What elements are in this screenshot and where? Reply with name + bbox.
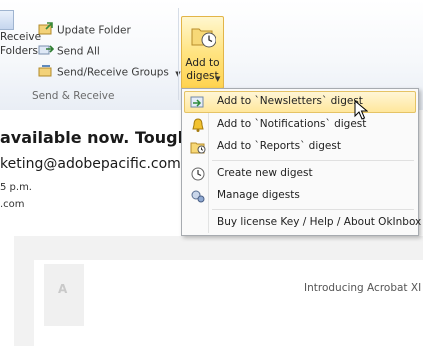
email-body-content: A Introducing Acrobat XI xyxy=(34,260,423,346)
email-time: 5 p.m. xyxy=(0,182,32,193)
menu-item-buy-license-help-about[interactable]: Buy license Key / Help / About OkInbox xyxy=(184,212,421,234)
update-folder-icon xyxy=(38,22,54,39)
menu-item-add-notifications[interactable]: Add to `Notifications` digest xyxy=(184,114,416,136)
send-receive-groups-label: Send/Receive Groups xyxy=(57,66,169,79)
send-receive-groups-button[interactable]: Send/Receive Groups ▼ xyxy=(38,64,181,81)
group-separator xyxy=(178,8,179,100)
settings-icon xyxy=(191,190,205,203)
menu-item-create-digest[interactable]: Create new digest xyxy=(184,163,416,185)
email-body: A Introducing Acrobat XI xyxy=(14,236,423,346)
menu-separator xyxy=(212,160,414,161)
email-sender[interactable]: keting@adobepacific.com xyxy=(0,156,181,172)
menu-item-manage-digests[interactable]: Manage digests xyxy=(184,185,416,207)
menu-item-add-reports[interactable]: Add to `Reports` digest xyxy=(184,136,416,158)
add-to-digest-button[interactable]: Add to digest ▼ xyxy=(181,16,224,89)
update-folder-button[interactable]: Update Folder xyxy=(38,22,131,39)
mouse-cursor-icon xyxy=(354,100,368,120)
menu-item-label: Manage digests xyxy=(217,189,300,201)
send-receive-groups-icon xyxy=(38,64,54,81)
folder-clock-icon xyxy=(191,28,216,48)
menu-item-add-newsletters[interactable]: Add to `Newsletters` digest xyxy=(184,91,416,113)
clock-icon xyxy=(191,167,205,181)
menu-item-label: Add to `Newsletters` digest xyxy=(217,95,363,107)
update-folder-label: Update Folder xyxy=(57,24,131,37)
add-to-digest-menu: Add to `Newsletters` digest Add to `Noti… xyxy=(181,88,421,236)
intro-text: Introducing Acrobat XI xyxy=(304,282,422,294)
send-all-icon xyxy=(38,43,55,60)
partial-label-1: Receive xyxy=(0,31,42,43)
folder-clock-icon xyxy=(190,142,206,154)
dropdown-arrow-icon: ▼ xyxy=(215,75,221,83)
email-domain: .com xyxy=(0,199,25,210)
menu-item-label: Add to `Notifications` digest xyxy=(217,118,367,130)
email-subject: available now. Tough p xyxy=(0,128,206,147)
send-receive-icon xyxy=(0,10,14,30)
group-label: Send & Receive xyxy=(32,90,115,102)
bell-icon xyxy=(192,118,204,132)
menu-item-label: Buy license Key / Help / About OkInbox xyxy=(217,216,422,228)
add-digest-icon xyxy=(190,96,204,108)
menu-item-label: Create new digest xyxy=(217,167,313,179)
send-all-label: Send All xyxy=(57,45,100,58)
adobe-logo: A xyxy=(44,264,84,326)
send-all-button[interactable]: Send All xyxy=(38,43,100,60)
partial-label-2: Folders xyxy=(0,45,38,57)
add-digest-line1: Add to xyxy=(185,57,220,69)
send-receive-all-folders-button[interactable]: Receive Folders xyxy=(0,10,42,58)
menu-item-label: Add to `Reports` digest xyxy=(217,140,341,152)
menu-separator xyxy=(212,209,414,210)
